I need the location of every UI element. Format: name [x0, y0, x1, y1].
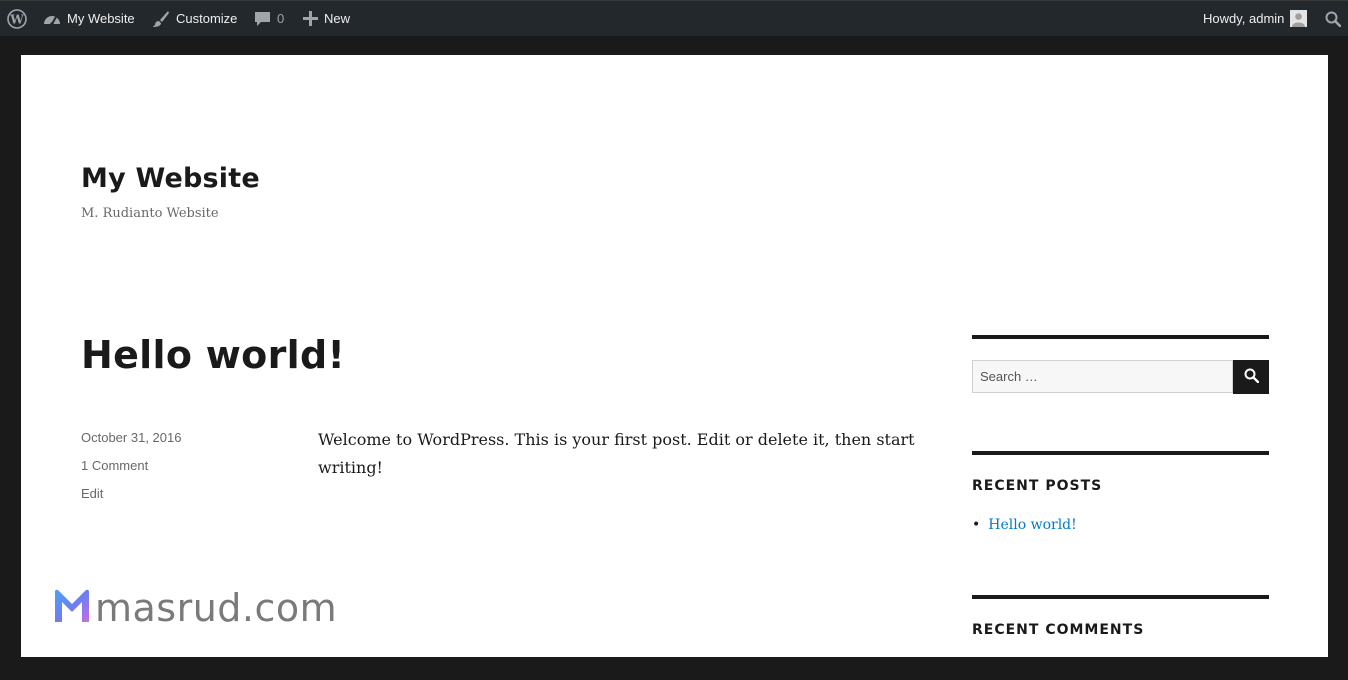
customize-link[interactable]: Customize [152, 1, 237, 36]
recent-comments-title: RECENT COMMENTS [972, 622, 1145, 638]
avatar-icon [1290, 10, 1308, 27]
widget-divider [972, 451, 1269, 455]
watermark: masrud.com [53, 586, 337, 630]
post-content: Welcome to WordPress. This is your first… [318, 430, 915, 477]
new-content-menu[interactable]: New [303, 1, 350, 36]
post-comments-link[interactable]: 1 Comment [81, 458, 148, 473]
widget-divider [972, 335, 1269, 339]
bottom-frame [0, 657, 1348, 680]
post-edit-link[interactable]: Edit [81, 486, 103, 501]
search-submit-button[interactable] [1233, 360, 1269, 394]
paintbrush-icon [152, 10, 170, 28]
customize-label: Customize [176, 11, 238, 26]
new-label: New [324, 11, 351, 26]
svg-text:W: W [9, 12, 24, 26]
plus-icon [303, 11, 318, 26]
admin-search-button[interactable] [1325, 1, 1341, 36]
site-description: M. Rudianto Website [81, 206, 219, 221]
list-item[interactable]: • Hello world! [972, 517, 1077, 533]
bullet: • [972, 517, 981, 533]
site-page: My Website M. Rudianto Website Hello wor… [21, 55, 1328, 657]
site-name-label: My Website [67, 11, 135, 26]
search-icon [1325, 11, 1341, 27]
post-title[interactable]: Hello world! [81, 333, 345, 377]
comments-count: 0 [277, 11, 285, 26]
site-name-menu[interactable]: My Website [43, 1, 135, 36]
wp-logo-button[interactable]: W [7, 1, 33, 36]
wordpress-logo-icon: W [7, 8, 27, 29]
widget-divider [972, 595, 1269, 599]
watermark-logo-icon [53, 588, 91, 628]
admin-bar: W My Website Customize 0 New Howdy, admi… [0, 0, 1348, 36]
search-icon [1244, 368, 1259, 387]
comment-bubble-icon [254, 11, 271, 27]
post-date-link[interactable]: October 31, 2016 [81, 430, 181, 445]
recent-posts-title: RECENT POSTS [972, 478, 1103, 494]
search-input[interactable] [972, 360, 1233, 393]
howdy-label: Howdy, admin [1203, 11, 1285, 26]
account-menu[interactable]: Howdy, admin [1203, 1, 1308, 36]
comments-link[interactable]: 0 [254, 1, 284, 36]
site-title[interactable]: My Website [81, 163, 260, 194]
dashboard-icon [43, 11, 61, 27]
recent-post-link[interactable]: Hello world! [988, 517, 1077, 533]
watermark-text: masrud.com [95, 586, 338, 630]
